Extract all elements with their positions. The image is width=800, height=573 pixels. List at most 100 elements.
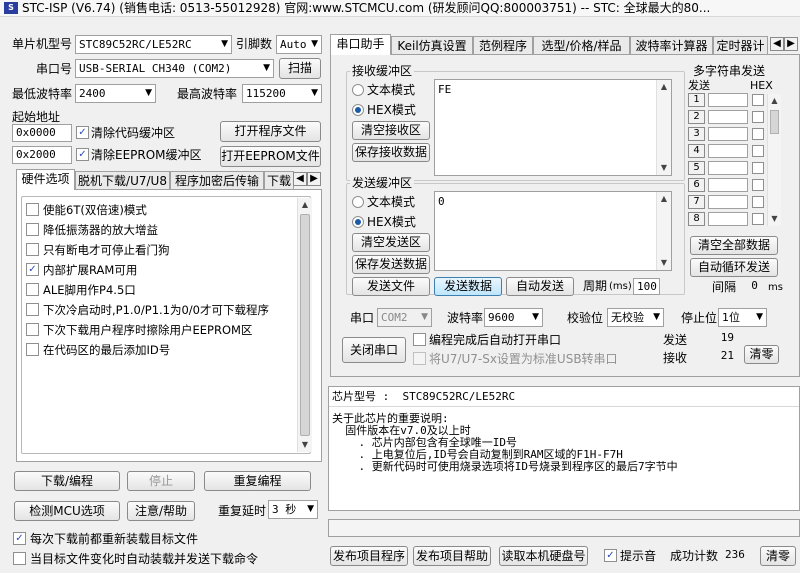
multi-send-number-button[interactable]: 1 [688,93,705,107]
auto-loop-send-button[interactable]: 自动循环发送 [690,258,778,277]
stop-bits-select[interactable]: 1位 ▼ [718,308,767,327]
interval-input[interactable]: 0 [741,278,765,295]
multi-string-input[interactable] [708,212,748,226]
tab-scroll-right-icon[interactable]: ▶ [307,172,321,186]
stop-button[interactable]: 停止 [127,471,195,491]
tab-serial-assistant[interactable]: 串口助手 [330,34,391,55]
baud-rate-select[interactable]: 9600 ▼ [484,308,543,327]
max-baud-select[interactable]: 115200 ▼ [242,84,322,103]
option-checkbox[interactable] [26,303,39,316]
scroll-down-icon[interactable]: ▼ [657,256,671,270]
multi-send-number-button[interactable]: 2 [688,110,705,124]
code-address-input[interactable]: 0x0000 [12,124,72,142]
send-data-area[interactable]: 0 [434,191,672,271]
multi-string-input[interactable] [708,161,748,175]
mcu-type-select[interactable]: STC89C52RC/LE52RC ▼ [75,35,232,54]
send-scrollbar[interactable]: ▲ ▼ [656,192,671,270]
multi-send-number-button[interactable]: 5 [688,161,705,175]
option-checkbox[interactable] [26,203,39,216]
save-receive-button[interactable]: 保存接收数据 [352,143,430,162]
send-file-button[interactable]: 发送文件 [352,277,430,296]
auto-reload-checkbox[interactable] [13,552,26,565]
clear-code-checkbox[interactable]: ✓ [76,126,89,139]
com-select[interactable]: COM2 ▼ [377,308,432,327]
set-usb-checkbox[interactable] [413,352,426,365]
multi-send-number-button[interactable]: 8 [688,212,705,226]
send-text-mode-radio[interactable] [352,196,364,208]
receive-data-area[interactable]: FE [434,79,672,176]
option-checkbox[interactable] [26,343,39,356]
tab-timer-calculator[interactable]: 定时器计 [713,36,768,55]
clear-all-data-button[interactable]: 清空全部数据 [690,236,778,255]
download-program-button[interactable]: 下载/编程 [14,471,120,491]
multi-hex-checkbox[interactable] [752,179,764,191]
multi-string-input[interactable] [708,144,748,158]
detect-mcu-button[interactable]: 检测MCU选项 [14,501,120,521]
options-scrollbar[interactable]: ▲ ▼ [297,198,312,452]
option-checkbox[interactable] [26,223,39,236]
scroll-up-icon[interactable]: ▲ [657,192,671,206]
option-checkbox[interactable] [26,283,39,296]
send-hex-mode-radio[interactable] [352,216,364,228]
open-program-file-button[interactable]: 打开程序文件 [220,121,321,142]
option-checkbox[interactable]: ✓ [26,263,39,276]
multi-string-input[interactable] [708,127,748,141]
multi-string-scrollbar[interactable]: ▲ ▼ [767,94,781,226]
multi-send-number-button[interactable]: 4 [688,144,705,158]
tab-scroll-right-icon[interactable]: ▶ [784,37,798,51]
scan-button[interactable]: 扫描 [279,58,321,79]
multi-hex-checkbox[interactable] [752,111,764,123]
repeat-program-button[interactable]: 重复编程 [204,471,311,491]
option-checkbox[interactable] [26,323,39,336]
multi-send-number-button[interactable]: 6 [688,178,705,192]
receive-text-mode-radio[interactable] [352,84,364,96]
open-eeprom-file-button[interactable]: 打开EEPROM文件 [220,146,321,167]
multi-send-number-button[interactable]: 7 [688,195,705,209]
scroll-up-icon[interactable]: ▲ [657,80,671,94]
multi-hex-checkbox[interactable] [752,196,764,208]
send-data-button[interactable]: 发送数据 [434,277,502,296]
eeprom-address-input[interactable]: 0x2000 [12,146,72,164]
port-select[interactable]: USB-SERIAL CH340 (COM2) ▼ [75,59,274,78]
chip-info-area[interactable]: 芯片型号 : STC89C52RC/LE52RC 关于此芯片的重要说明: 固件版… [328,386,800,511]
option-checkbox[interactable] [26,243,39,256]
scroll-up-icon[interactable]: ▲ [768,94,781,108]
receive-scrollbar[interactable]: ▲ ▼ [656,80,671,175]
open-after-program-checkbox[interactable] [413,333,426,346]
multi-hex-checkbox[interactable] [752,145,764,157]
tab-selection-price[interactable]: 选型/价格/样品 [533,36,630,55]
multi-hex-checkbox[interactable] [752,94,764,106]
multi-hex-checkbox[interactable] [752,128,764,140]
multi-send-number-button[interactable]: 3 [688,127,705,141]
notes-help-button[interactable]: 注意/帮助 [127,501,195,521]
tab-encrypted-transfer[interactable]: 程序加密后传输 [170,171,264,190]
scroll-up-icon[interactable]: ▲ [298,198,312,212]
scrollbar-thumb[interactable] [770,110,779,134]
scrollbar-thumb[interactable] [300,214,310,436]
parity-select[interactable]: 无校验 ▼ [607,308,664,327]
multi-string-input[interactable] [708,178,748,192]
tab-keil-settings[interactable]: Keil仿真设置 [391,36,473,55]
pin-count-select[interactable]: Auto ▼ [276,35,322,54]
auto-send-button[interactable]: 自动发送 [506,277,574,296]
clear-receive-button[interactable]: 清空接收区 [352,121,430,140]
multi-string-input[interactable] [708,93,748,107]
clear-counts-button[interactable]: 清零 [744,345,779,364]
tab-hardware-options[interactable]: 硬件选项 [16,169,75,190]
read-disk-serial-button[interactable]: 读取本机硬盘号 [499,546,588,566]
min-baud-select[interactable]: 2400 ▼ [75,84,156,103]
publish-help-button[interactable]: 发布项目帮助 [413,546,491,566]
close-port-button[interactable]: 关闭串口 [342,337,406,363]
receive-hex-mode-radio[interactable] [352,104,364,116]
multi-hex-checkbox[interactable] [752,162,764,174]
multi-string-input[interactable] [708,110,748,124]
tab-sample-programs[interactable]: 范例程序 [473,36,533,55]
prompt-sound-checkbox[interactable]: ✓ [604,549,617,562]
period-input[interactable]: 100 [633,278,660,295]
multi-string-input[interactable] [708,195,748,209]
tab-download-more[interactable]: 下载 [264,171,294,190]
tab-baud-calculator[interactable]: 波特率计算器 [630,36,713,55]
tab-scroll-left-icon[interactable]: ◀ [293,172,307,186]
reload-before-download-checkbox[interactable]: ✓ [13,532,26,545]
tab-scroll-left-icon[interactable]: ◀ [770,37,784,51]
